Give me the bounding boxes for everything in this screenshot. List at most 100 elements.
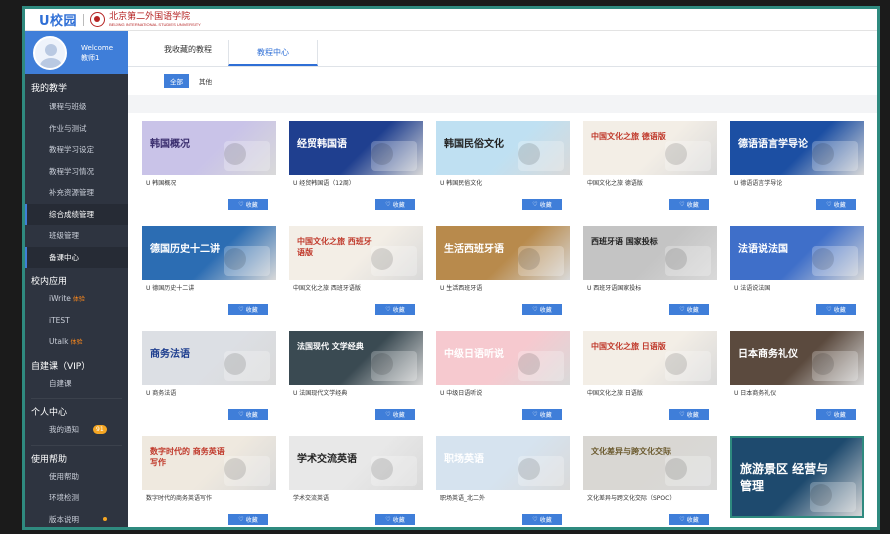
course-card[interactable]: 韩国概况 U 韩国概况 ♡ 收藏: [142, 121, 276, 216]
course-card[interactable]: 法语说法国 U 法语说法国 ♡ 收藏: [730, 226, 864, 321]
app-window: U校园 北京第二外国语学院 BEIJING INTERNATIONAL STUD…: [22, 6, 880, 530]
thumbnail-decoration: [665, 248, 687, 270]
sidebar-item-version[interactable]: 版本说明: [25, 509, 128, 528]
favorite-button[interactable]: ♡ 收藏: [375, 514, 415, 525]
thumbnail-decoration: [224, 248, 246, 270]
course-thumbnail[interactable]: 韩国概况: [142, 121, 276, 175]
sidebar-item-utalk[interactable]: Utalk 体验: [25, 331, 128, 353]
thumbnail-decoration: [371, 353, 393, 375]
course-thumbnail[interactable]: 数字时代的 商务英语写作: [142, 436, 276, 490]
sidebar-item-notifications[interactable]: 我的通知 91: [25, 419, 128, 441]
heart-icon: ♡: [826, 306, 832, 313]
tab-bar: 我收藏的教程 教程中心: [128, 31, 877, 67]
course-name: U 韩国民俗文化: [440, 180, 483, 187]
course-thumbnail[interactable]: 法国现代 文学经典: [289, 331, 423, 385]
course-card[interactable]: 学术交流英语 学术交流英语 ♡ 收藏: [289, 436, 423, 527]
heart-icon: ♡: [385, 201, 391, 208]
favorite-button[interactable]: ♡ 收藏: [375, 304, 415, 315]
sidebar-item-tutorial-progress[interactable]: 教程学习情况: [25, 161, 128, 183]
course-card[interactable]: 中国文化之旅 德语版 中国文化之旅 德语版 ♡ 收藏: [583, 121, 717, 216]
course-thumbnail[interactable]: 职场英语: [436, 436, 570, 490]
thumbnail-title: 旅游景区 经营与管理: [740, 462, 829, 493]
favorite-button[interactable]: ♡ 收藏: [669, 409, 709, 420]
course-thumbnail[interactable]: 文化差异与跨文化交际: [583, 436, 717, 490]
course-card[interactable]: 中国文化之旅 日语版 中国文化之旅 日语版 ♡ 收藏: [583, 331, 717, 426]
favorite-button[interactable]: ♡ 收藏: [816, 199, 856, 210]
course-name: U 德语语言学导论: [734, 180, 783, 187]
thumbnail-decoration: [224, 143, 246, 165]
sidebar-item-grades[interactable]: 综合成绩管理: [25, 203, 128, 225]
favorite-button[interactable]: ♡ 收藏: [522, 304, 562, 315]
course-card[interactable]: 韩国民俗文化 U 韩国民俗文化 ♡ 收藏: [436, 121, 570, 216]
sidebar-item-courses-classes[interactable]: 课程与班级: [25, 96, 128, 118]
favorite-button[interactable]: ♡ 收藏: [522, 514, 562, 525]
course-card[interactable]: 中国文化之旅 西班牙语版 中国文化之旅 西班牙语版 ♡ 收藏: [289, 226, 423, 321]
favorite-button[interactable]: ♡ 收藏: [669, 304, 709, 315]
sidebar-item-resources[interactable]: 补充资源管理: [25, 182, 128, 204]
course-thumbnail[interactable]: 商务法语: [142, 331, 276, 385]
tab-tutorial-center[interactable]: 教程中心: [228, 40, 318, 66]
course-thumbnail[interactable]: 旅游景区 经营与管理: [730, 436, 864, 518]
course-thumbnail[interactable]: 中国文化之旅 日语版: [583, 331, 717, 385]
sidebar-item-custom-course[interactable]: 自建课: [25, 373, 128, 395]
tab-my-favorites[interactable]: 我收藏的教程: [156, 40, 228, 66]
course-thumbnail[interactable]: 德国历史十二讲: [142, 226, 276, 280]
favorite-button[interactable]: ♡ 收藏: [816, 409, 856, 420]
course-card[interactable]: 法国现代 文学经典 U 法国现代文学经典 ♡ 收藏: [289, 331, 423, 426]
course-card[interactable]: 数字时代的 商务英语写作 数字时代的商务英语写作 ♡ 收藏: [142, 436, 276, 527]
avatar[interactable]: [33, 35, 67, 70]
course-card[interactable]: 文化差异与跨文化交际 文化差异与跨文化交际（SPOC） ♡ 收藏: [583, 436, 717, 527]
sidebar-item-homework-tests[interactable]: 作业与测试: [25, 118, 128, 140]
course-thumbnail[interactable]: 中国文化之旅 西班牙语版: [289, 226, 423, 280]
course-thumbnail[interactable]: 法语说法国: [730, 226, 864, 280]
sidebar-item-class-management[interactable]: 班级管理: [25, 225, 128, 247]
course-card[interactable]: 经贸韩国语 U 经贸韩国语（12周） ♡ 收藏: [289, 121, 423, 216]
course-card[interactable]: 职场英语 职场英语_北二外 ♡ 收藏: [436, 436, 570, 527]
course-thumbnail[interactable]: 德语语言学导论: [730, 121, 864, 175]
course-thumbnail[interactable]: 学术交流英语: [289, 436, 423, 490]
favorite-button[interactable]: ♡ 收藏: [375, 199, 415, 210]
sidebar-item-iwrite[interactable]: iWrite 体验: [25, 288, 128, 310]
favorite-label: 收藏: [245, 517, 258, 524]
ucampus-logo[interactable]: U校园: [39, 10, 77, 29]
course-thumbnail[interactable]: 中国文化之旅 德语版: [583, 121, 717, 175]
sidebar-item-prep-center[interactable]: 备课中心: [25, 246, 128, 268]
sidebar-item-itest[interactable]: iTEST: [25, 310, 128, 332]
sidebar-item-tutorial-settings[interactable]: 教程学习设定: [25, 139, 128, 161]
sidebar-item-help[interactable]: 使用帮助: [25, 466, 128, 488]
favorite-button[interactable]: ♡ 收藏: [228, 514, 268, 525]
thumbnail-title: 职场英语: [444, 454, 484, 465]
course-name: 中国文化之旅 西班牙语版: [293, 285, 361, 292]
course-card[interactable]: 德国历史十二讲 U 德国历史十二讲 ♡ 收藏: [142, 226, 276, 321]
favorite-button[interactable]: ♡ 收藏: [228, 409, 268, 420]
course-card[interactable]: 西班牙语 国家投标 U 西班牙语国家投标 ♡ 收藏: [583, 226, 717, 321]
course-card[interactable]: 德语语言学导论 U 德语语言学导论 ♡ 收藏: [730, 121, 864, 216]
sidebar-item-env-check[interactable]: 环境检测: [25, 487, 128, 509]
favorite-button[interactable]: ♡ 收藏: [669, 514, 709, 525]
filter-other[interactable]: 其他: [193, 74, 218, 88]
course-card[interactable]: 生活西班牙语 U 生活西班牙语 ♡ 收藏: [436, 226, 570, 321]
course-card[interactable]: 旅游景区 经营与管理: [730, 436, 864, 527]
sidebar-item-label: 版本说明: [49, 514, 79, 524]
course-name: 学术交流英语: [293, 495, 330, 502]
favorite-button[interactable]: ♡ 收藏: [669, 199, 709, 210]
course-thumbnail[interactable]: 日本商务礼仪: [730, 331, 864, 385]
favorite-button[interactable]: ♡ 收藏: [228, 304, 268, 315]
course-card[interactable]: 日本商务礼仪 U 日本商务礼仪 ♡ 收藏: [730, 331, 864, 426]
course-thumbnail[interactable]: 韩国民俗文化: [436, 121, 570, 175]
course-card[interactable]: 中级日语听说 U 中级日语听说 ♡ 收藏: [436, 331, 570, 426]
course-thumbnail[interactable]: 西班牙语 国家投标: [583, 226, 717, 280]
favorite-button[interactable]: ♡ 收藏: [522, 409, 562, 420]
favorite-button[interactable]: ♡ 收藏: [816, 304, 856, 315]
thumbnail-decoration: [812, 143, 834, 165]
thumbnail-title: 经贸韩国语: [297, 139, 347, 150]
favorite-button[interactable]: ♡ 收藏: [228, 199, 268, 210]
heart-icon: ♡: [385, 516, 391, 523]
favorite-button[interactable]: ♡ 收藏: [375, 409, 415, 420]
course-card[interactable]: 商务法语 U 商务法语 ♡ 收藏: [142, 331, 276, 426]
course-thumbnail[interactable]: 中级日语听说: [436, 331, 570, 385]
filter-all[interactable]: 全部: [164, 74, 189, 88]
course-thumbnail[interactable]: 生活西班牙语: [436, 226, 570, 280]
favorite-button[interactable]: ♡ 收藏: [522, 199, 562, 210]
course-thumbnail[interactable]: 经贸韩国语: [289, 121, 423, 175]
